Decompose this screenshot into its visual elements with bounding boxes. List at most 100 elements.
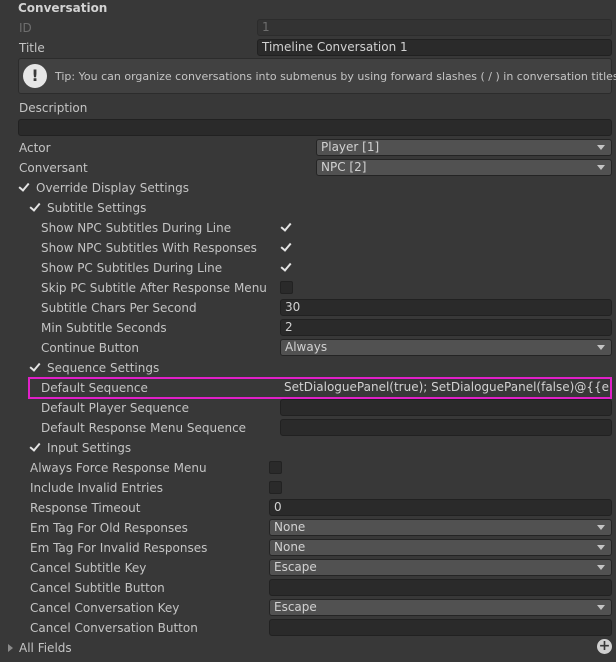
show-npc-with-responses-label: Show NPC Subtitles With Responses [41,241,257,255]
em-tag-invalid-value: None [274,540,306,554]
cancel-conversation-key-dropdown[interactable]: Escape [269,599,612,616]
show-pc-during-line-row: Show PC Subtitles During Line [0,258,616,278]
actor-value: Player [1] [321,140,380,154]
chevron-down-icon [597,145,605,150]
show-npc-during-line-row: Show NPC Subtitles During Line [0,218,616,238]
all-fields-row[interactable]: All Fields + [0,638,616,658]
em-tag-invalid-dropdown[interactable]: None [269,539,612,556]
always-force-response-menu-checkbox[interactable] [269,461,282,474]
skip-pc-after-response-checkbox[interactable] [280,281,293,294]
cancel-subtitle-button-row: Cancel Subtitle Button [0,578,616,598]
em-tag-old-value: None [274,520,306,534]
skip-pc-after-response-row: Skip PC Subtitle After Response Menu [0,278,616,298]
em-tag-invalid-label: Em Tag For Invalid Responses [30,541,208,555]
sequence-settings-checkbox[interactable] [29,361,42,374]
include-invalid-entries-label: Include Invalid Entries [30,481,163,495]
em-tag-old-row: Em Tag For Old Responses None [0,518,616,538]
em-tag-invalid-row: Em Tag For Invalid Responses None [0,538,616,558]
highlight-box [28,377,612,399]
min-subtitle-seconds-label: Min Subtitle Seconds [41,321,167,335]
conversant-dropdown[interactable]: NPC [2] [316,159,612,176]
cancel-conversation-key-label: Cancel Conversation Key [30,601,180,615]
chars-per-second-field[interactable]: 30 [280,299,612,316]
response-timeout-field[interactable]: 0 [269,499,612,516]
response-timeout-label: Response Timeout [30,501,141,515]
actor-dropdown[interactable]: Player [1] [316,139,612,156]
include-invalid-entries-checkbox[interactable] [269,481,282,494]
cancel-subtitle-key-dropdown[interactable]: Escape [269,559,612,576]
cancel-subtitle-button-label: Cancel Subtitle Button [30,581,165,595]
default-response-menu-sequence-field[interactable] [280,419,612,436]
id-label: ID [19,21,32,35]
skip-pc-after-response-label: Skip PC Subtitle After Response Menu [41,281,267,295]
chevron-down-icon [597,605,605,610]
show-npc-during-line-label: Show NPC Subtitles During Line [41,221,232,235]
continue-button-dropdown[interactable]: Always [280,339,612,356]
cancel-subtitle-key-label: Cancel Subtitle Key [30,561,147,575]
include-invalid-entries-row: Include Invalid Entries [0,478,616,498]
show-npc-with-responses-checkbox[interactable] [280,241,293,254]
title-field[interactable]: Timeline Conversation 1 [257,39,612,56]
show-pc-during-line-checkbox[interactable] [280,261,293,274]
add-icon[interactable]: + [597,639,612,654]
continue-button-row: Continue Button Always [0,338,616,358]
conversant-label: Conversant [19,161,88,175]
input-settings-label: Input Settings [47,441,132,455]
subtitle-settings-label: Subtitle Settings [47,201,147,215]
input-settings-checkbox[interactable] [29,441,42,454]
override-display-row: Override Display Settings [0,178,616,198]
tip-text: Tip: You can organize conversations into… [55,70,616,83]
actor-row: Actor Player [1] [0,138,616,158]
section-title: Conversation [18,1,108,15]
cancel-conversation-key-value: Escape [274,600,317,614]
continue-button-value: Always [285,340,328,354]
subtitle-settings-checkbox[interactable] [29,201,42,214]
always-force-response-menu-row: Always Force Response Menu [0,458,616,478]
default-player-sequence-label: Default Player Sequence [41,401,190,415]
cancel-conversation-key-row: Cancel Conversation Key Escape [0,598,616,618]
chars-per-second-label: Subtitle Chars Per Second [41,301,197,315]
chevron-down-icon [597,165,605,170]
cancel-conversation-button-field[interactable] [269,619,612,636]
cancel-conversation-button-row: Cancel Conversation Button [0,618,616,638]
description-label: Description [19,101,88,115]
subtitle-settings-row: Subtitle Settings [0,198,616,218]
description-row: Description [0,98,616,118]
cancel-subtitle-key-value: Escape [274,560,317,574]
min-subtitle-seconds-field[interactable]: 2 [280,319,612,336]
sequence-settings-row: Sequence Settings [0,358,616,378]
default-response-menu-sequence-label: Default Response Menu Sequence [41,421,247,435]
chevron-down-icon [597,525,605,530]
actor-label: Actor [19,141,51,155]
sequence-settings-label: Sequence Settings [47,361,160,375]
show-pc-during-line-label: Show PC Subtitles During Line [41,261,223,275]
cancel-subtitle-key-row: Cancel Subtitle Key Escape [0,558,616,578]
foldout-arrow-icon[interactable] [8,644,13,652]
conversant-row: Conversant NPC [2] [0,158,616,178]
id-field: 1 [257,19,612,36]
chevron-down-icon [597,545,605,550]
em-tag-old-label: Em Tag For Old Responses [30,521,188,535]
chevron-down-icon [597,565,605,570]
cancel-subtitle-button-field[interactable] [269,579,612,596]
conversant-value: NPC [2] [321,160,367,174]
input-settings-row: Input Settings [0,438,616,458]
id-row: ID 1 [0,18,616,38]
all-fields-label: All Fields [19,641,72,655]
min-subtitle-seconds-row: Min Subtitle Seconds 2 [0,318,616,338]
continue-button-label: Continue Button [41,341,139,355]
response-timeout-row: Response Timeout 0 [0,498,616,518]
chevron-down-icon [597,345,605,350]
override-display-label: Override Display Settings [36,181,189,195]
title-label: Title [19,41,45,55]
default-player-sequence-field[interactable] [280,399,612,416]
cancel-conversation-button-label: Cancel Conversation Button [30,621,198,635]
em-tag-old-dropdown[interactable]: None [269,519,612,536]
always-force-response-menu-label: Always Force Response Menu [30,461,207,475]
description-field[interactable] [18,119,612,136]
show-npc-during-line-checkbox[interactable] [280,221,293,234]
chars-per-second-row: Subtitle Chars Per Second 30 [0,298,616,318]
title-row: Title Timeline Conversation 1 [0,38,616,58]
default-response-menu-sequence-row: Default Response Menu Sequence [0,418,616,438]
override-display-checkbox[interactable] [18,181,31,194]
